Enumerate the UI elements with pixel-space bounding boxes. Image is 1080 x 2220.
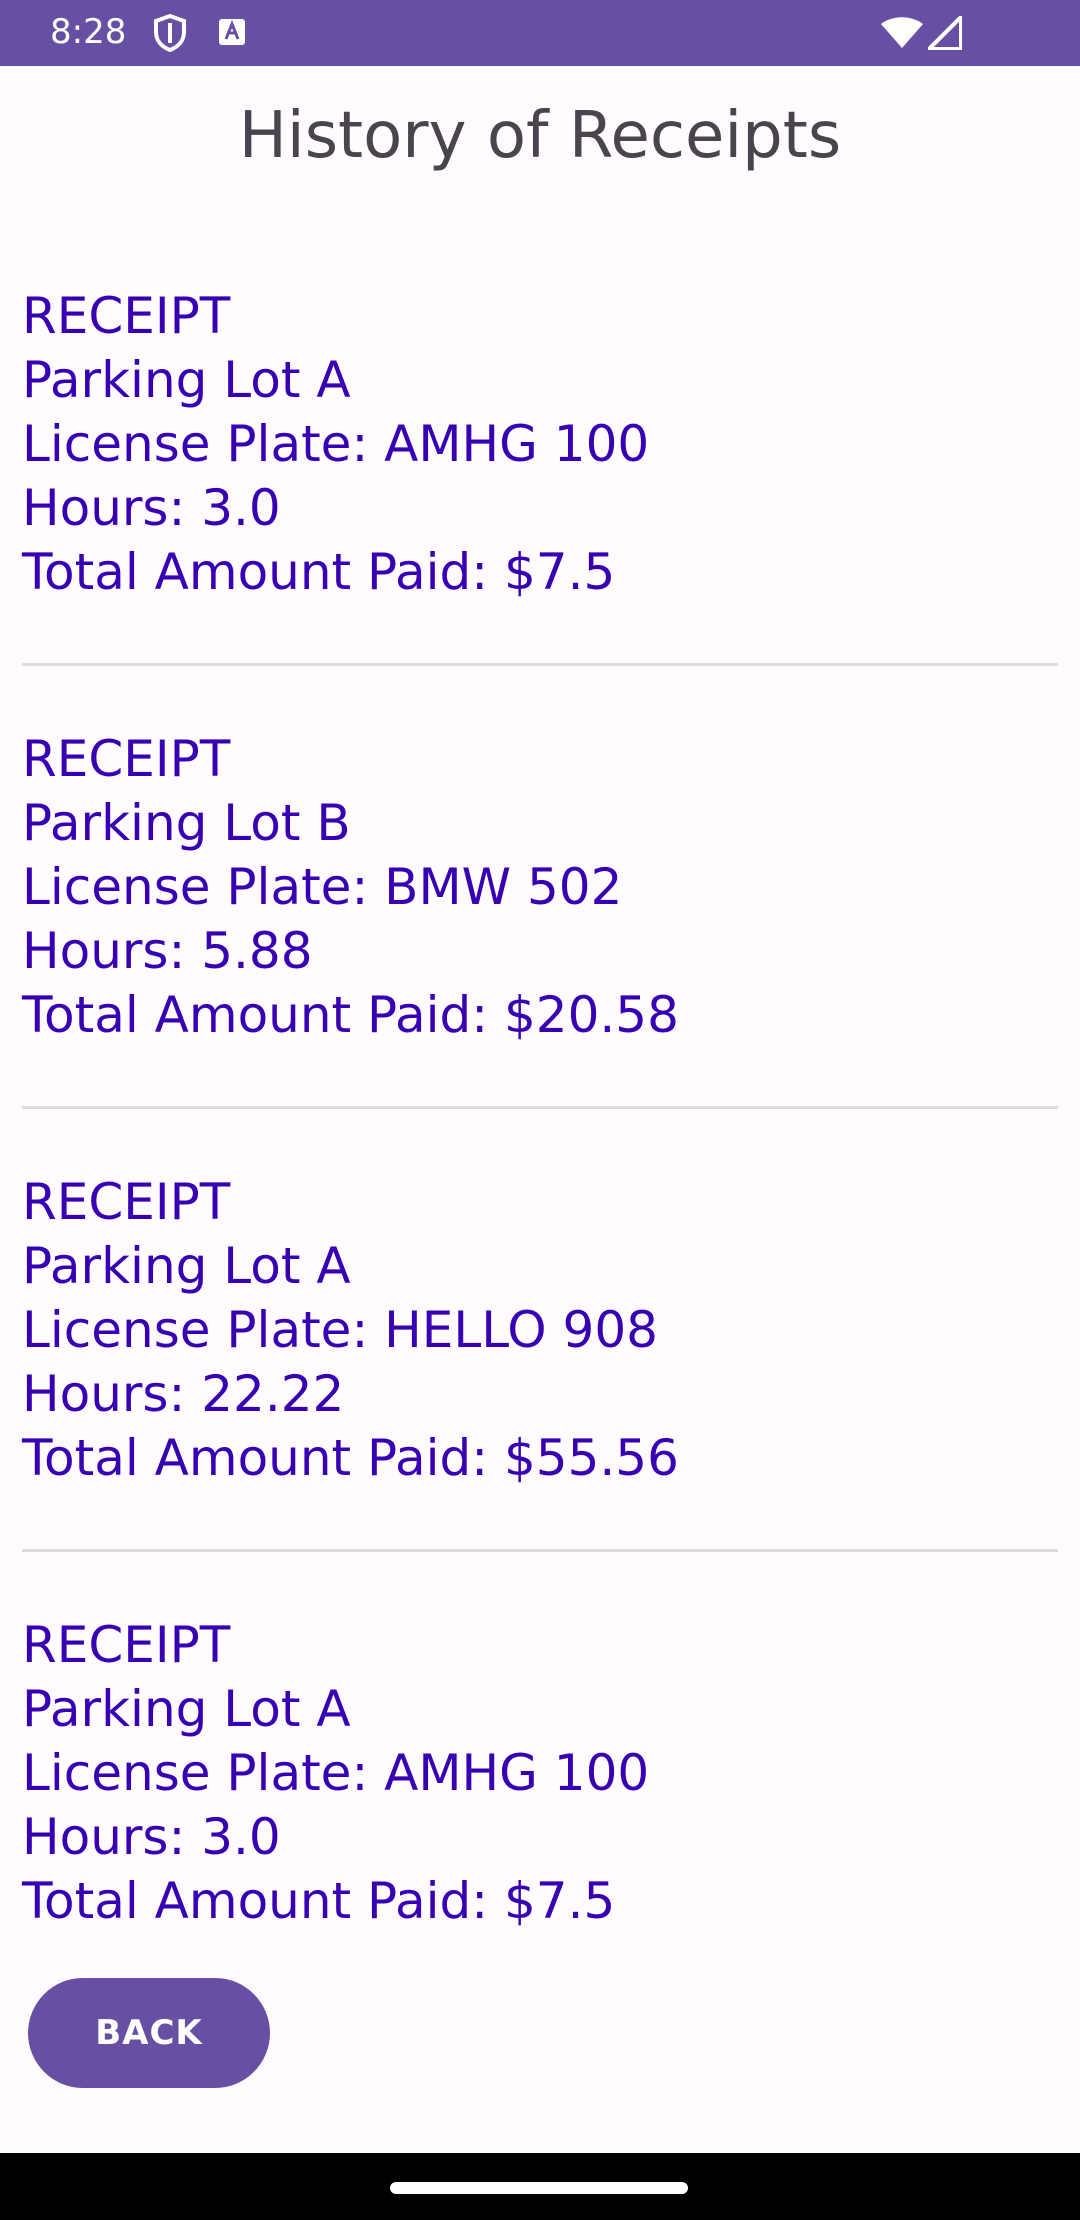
home-handle[interactable] [390,2182,688,2194]
receipt-lot: Parking Lot A [22,351,351,409]
receipt-divider [22,1549,1058,1552]
status-time: 8:28 [50,12,127,52]
receipt-card: RECEIPT Parking Lot B License Plate: BMW… [22,727,1062,1047]
status-bar: 8:28 [0,0,1080,66]
receipt-card: RECEIPT Parking Lot A License Plate: AMH… [22,1613,1062,1933]
shield-icon [152,13,188,57]
receipt-heading: RECEIPT [22,730,231,788]
receipt-lot: Parking Lot A [22,1237,351,1295]
signal-icon [924,12,963,55]
receipt-card: RECEIPT Parking Lot A License Plate: AMH… [22,284,1062,604]
page-title: History of Receipts [238,99,842,173]
receipt-lot: Parking Lot A [22,1680,351,1738]
receipt-total: Total Amount Paid: $20.58 [22,986,679,1044]
keyboard-a-icon [218,18,246,51]
receipt-total: Total Amount Paid: $7.5 [22,1872,616,1930]
receipt-divider [22,1106,1058,1109]
receipt-total: Total Amount Paid: $55.56 [22,1429,679,1487]
receipt-total: Total Amount Paid: $7.5 [22,543,616,601]
wifi-icon [880,16,924,55]
receipt-plate: License Plate: BMW 502 [22,858,623,916]
receipt-hours: Hours: 5.88 [22,922,313,980]
receipt-hours: Hours: 3.0 [22,1808,281,1866]
receipt-hours: Hours: 22.22 [22,1365,345,1423]
receipt-plate: License Plate: AMHG 100 [22,415,650,473]
receipt-divider [22,663,1058,666]
receipt-heading: RECEIPT [22,1173,231,1231]
back-button[interactable]: BACK [28,1978,270,2088]
receipt-heading: RECEIPT [22,1616,231,1674]
receipt-plate: License Plate: AMHG 100 [22,1744,650,1802]
receipt-plate: License Plate: HELLO 908 [22,1301,658,1359]
receipt-card: RECEIPT Parking Lot A License Plate: HEL… [22,1170,1062,1490]
receipt-heading: RECEIPT [22,287,231,345]
receipt-lot: Parking Lot B [22,794,351,852]
receipt-hours: Hours: 3.0 [22,479,281,537]
